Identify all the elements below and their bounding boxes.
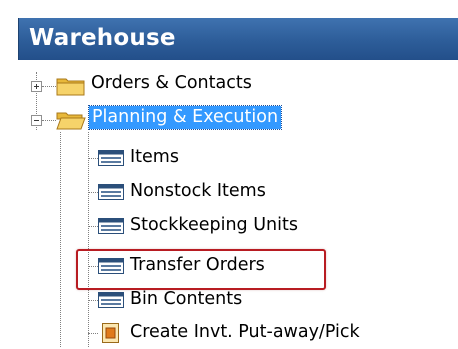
tree-node-label[interactable]: Orders & Contacts (91, 73, 252, 93)
report-icon (102, 323, 119, 343)
tree-node-label[interactable]: Nonstock Items (130, 181, 266, 201)
collapse-minus-icon[interactable] (31, 115, 42, 126)
list-page-icon (98, 218, 124, 234)
tree-line (88, 300, 98, 301)
tree-line (88, 132, 89, 347)
navigation-tree: Orders & Contacts Planning & Execution I… (0, 0, 458, 349)
tree-line (42, 86, 56, 87)
folder-closed-icon (56, 78, 85, 96)
tree-line (60, 132, 61, 347)
tree-line (42, 120, 56, 121)
tree-line (88, 192, 98, 193)
tree-node-label[interactable]: Items (130, 147, 179, 167)
tree-line (88, 226, 98, 227)
tree-line (88, 333, 98, 334)
folder-open-icon (56, 112, 86, 130)
highlight-box (76, 249, 326, 290)
tree-line (88, 158, 98, 159)
list-page-icon (98, 292, 124, 308)
tree-node-label[interactable]: Planning & Execution (87, 105, 283, 130)
navigation-pane: Warehouse Orders & Contacts Planning & E… (0, 0, 458, 349)
tree-node-label[interactable]: Create Invt. Put-away/Pick (130, 322, 360, 342)
expand-plus-icon[interactable] (31, 81, 42, 92)
list-page-icon (98, 150, 124, 166)
tree-node-label[interactable]: Stockkeeping Units (130, 215, 298, 235)
tree-node-label[interactable]: Bin Contents (130, 289, 242, 309)
list-page-icon (98, 184, 124, 200)
